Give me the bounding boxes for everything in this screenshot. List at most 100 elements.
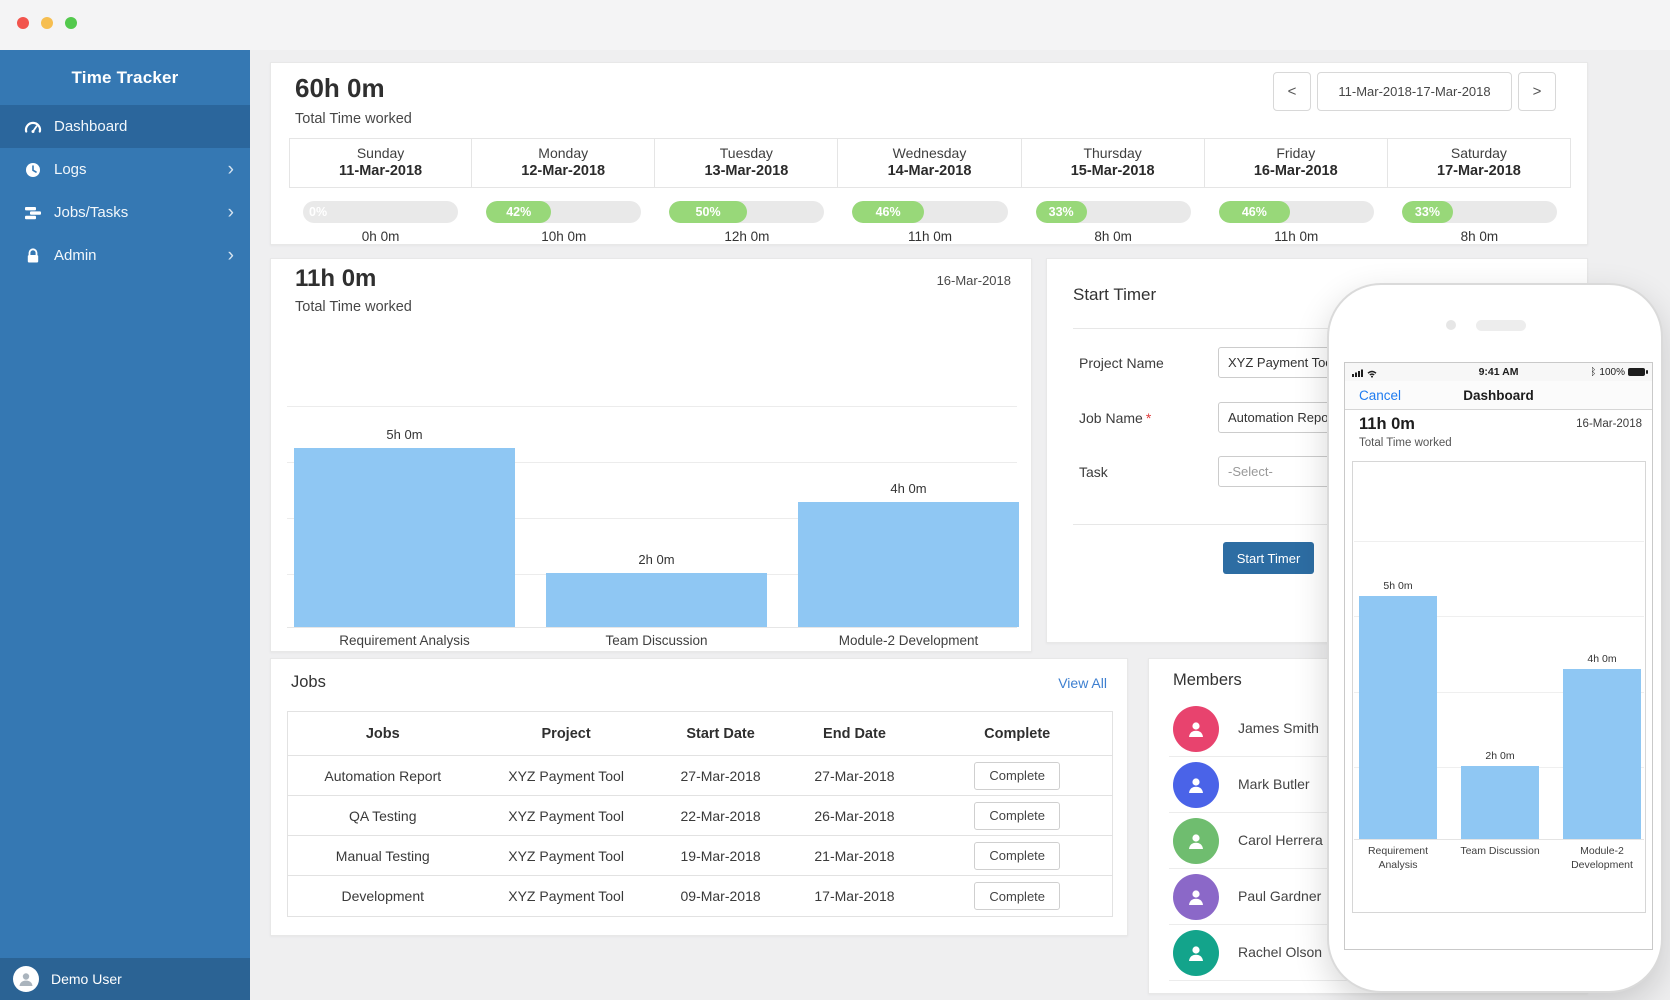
- day-progress-track: 46%: [1219, 201, 1374, 223]
- day-header-cell[interactable]: Sunday11-Mar-2018: [289, 138, 472, 188]
- phone-date: 16-Mar-2018: [1576, 418, 1642, 430]
- person-icon: [1185, 774, 1207, 796]
- chart-baseline: [287, 627, 1017, 628]
- day-date: 16-Mar-2018: [1205, 163, 1387, 179]
- day-progress-track: 46%: [852, 201, 1007, 223]
- lock-icon: [24, 247, 42, 265]
- day-progress-track: 42%: [486, 201, 641, 223]
- member-name: James Smith: [1238, 720, 1319, 736]
- phone-mockup: 9:41 AM ᛒ 100% Cancel Dashboard 11h 0m 1…: [1327, 283, 1663, 993]
- phone-bar-value-label: 4h 0m: [1563, 653, 1641, 665]
- sidebar-item-label: Jobs/Tasks: [54, 204, 128, 221]
- day-date: 14-Mar-2018: [838, 163, 1020, 179]
- member-avatar: [1173, 818, 1219, 864]
- day-hours: 8h 0m: [1388, 229, 1571, 244]
- job-name-cell: Development: [288, 888, 478, 904]
- day-header-cell[interactable]: Monday12-Mar-2018: [472, 138, 655, 188]
- day-progress-track: 50%: [669, 201, 824, 223]
- job-end-date-cell: 21-Mar-2018: [787, 848, 923, 864]
- complete-button[interactable]: Complete: [974, 802, 1060, 830]
- date-prev-button[interactable]: <: [1273, 72, 1311, 111]
- window-titlebar: [0, 0, 1670, 50]
- minimize-window-button[interactable]: [41, 17, 53, 29]
- weekly-summary-card: 60h 0m Total Time worked < 11-Mar-2018-1…: [270, 62, 1588, 245]
- phone-chart-bar[interactable]: [1359, 596, 1437, 839]
- bar-value-label: 4h 0m: [798, 481, 1019, 496]
- day-progress-track: 0%: [303, 201, 458, 223]
- sidebar-item-jobs-tasks[interactable]: Jobs/Tasks ›: [0, 191, 250, 234]
- members-title: Members: [1173, 671, 1242, 690]
- job-end-date-cell: 27-Mar-2018: [787, 768, 923, 784]
- job-start-date-cell: 19-Mar-2018: [655, 848, 787, 864]
- jobs-header-cell: Project: [478, 726, 655, 742]
- day-date: 12-Mar-2018: [472, 163, 654, 179]
- job-action-cell: Complete: [922, 762, 1112, 790]
- sidebar-item-label: Logs: [54, 161, 87, 178]
- day-header-cell[interactable]: Tuesday13-Mar-2018: [655, 138, 838, 188]
- required-asterisk: *: [1146, 410, 1151, 426]
- chart-bar[interactable]: [294, 448, 515, 627]
- phone-total-time: 11h 0m: [1359, 415, 1415, 434]
- date-range-display[interactable]: 11-Mar-2018-17-Mar-2018: [1317, 72, 1512, 111]
- complete-button[interactable]: Complete: [974, 842, 1060, 870]
- member-name: Paul Gardner: [1238, 888, 1321, 904]
- day-date: 15-Mar-2018: [1022, 163, 1204, 179]
- user-name: Demo User: [51, 971, 122, 987]
- jobs-card: Jobs View All JobsProjectStart DateEnd D…: [270, 658, 1128, 936]
- chart-baseline: [1354, 839, 1644, 840]
- start-timer-title: Start Timer: [1073, 285, 1156, 305]
- day-column: Saturday17-Mar-201833%8h 0m: [1388, 138, 1571, 244]
- day-progress-percent: 46%: [876, 205, 901, 219]
- day-header-cell[interactable]: Friday16-Mar-2018: [1205, 138, 1388, 188]
- day-progress-percent: 46%: [1242, 205, 1267, 219]
- date-next-button[interactable]: >: [1518, 72, 1556, 111]
- phone-chart-panel: 5h 0mRequirement Analysis2h 0mTeam Discu…: [1352, 461, 1646, 913]
- day-hours: 11h 0m: [838, 229, 1021, 244]
- sidebar: Time Tracker DashboardLogs›Jobs/Tasks›Ad…: [0, 50, 250, 1000]
- maximize-window-button[interactable]: [65, 17, 77, 29]
- day-date: 11-Mar-2018: [290, 163, 471, 179]
- field-label-job-name: Job Name*: [1079, 410, 1151, 426]
- day-progress-track: 33%: [1036, 201, 1191, 223]
- view-all-link[interactable]: View All: [1058, 675, 1107, 691]
- day-column: Tuesday13-Mar-2018 50% 12h 0m: [655, 138, 838, 244]
- job-start-date-cell: 09-Mar-2018: [655, 888, 787, 904]
- start-timer-button[interactable]: Start Timer: [1223, 542, 1314, 574]
- user-strip[interactable]: Demo User: [0, 958, 250, 1000]
- job-project-cell: XYZ Payment Tool: [478, 848, 655, 864]
- sidebar-item-dashboard[interactable]: Dashboard: [0, 105, 250, 148]
- close-window-button[interactable]: [17, 17, 29, 29]
- phone-camera-dot: [1446, 320, 1456, 330]
- person-icon: [1185, 886, 1207, 908]
- user-avatar: [13, 966, 39, 992]
- jobs-title: Jobs: [291, 673, 326, 692]
- complete-button[interactable]: Complete: [974, 882, 1060, 910]
- day-header-cell[interactable]: Thursday15-Mar-2018: [1022, 138, 1205, 188]
- chevron-right-icon: ›: [228, 203, 234, 222]
- day-progress-fill: 46%: [852, 201, 923, 223]
- phone-chart-bar[interactable]: [1563, 669, 1641, 839]
- phone-nav-title: Dashboard: [1345, 388, 1652, 403]
- bar-category-label: Module-2 Development: [798, 633, 1019, 648]
- day-progress-percent: 0%: [309, 201, 327, 223]
- jobs-row: Automation ReportXYZ Payment Tool27-Mar-…: [288, 756, 1112, 796]
- day-hours: 12h 0m: [655, 229, 838, 244]
- sidebar-item-admin[interactable]: Admin›: [0, 234, 250, 277]
- member-avatar: [1173, 930, 1219, 976]
- dashboard-icon: [24, 118, 42, 136]
- chart-bar[interactable]: [546, 573, 767, 627]
- job-end-date-cell: 26-Mar-2018: [787, 808, 923, 824]
- sidebar-item-logs[interactable]: Logs›: [0, 148, 250, 191]
- chart-gridline: [287, 406, 1017, 407]
- member-avatar: [1173, 706, 1219, 752]
- complete-button[interactable]: Complete: [974, 762, 1060, 790]
- phone-chart-bar[interactable]: [1461, 766, 1539, 839]
- job-action-cell: Complete: [922, 882, 1112, 910]
- daily-total-time: 11h 0m: [295, 265, 376, 293]
- jobs-row: Manual TestingXYZ Payment Tool19-Mar-201…: [288, 836, 1112, 876]
- chart-bar[interactable]: [798, 502, 1019, 627]
- day-header-cell[interactable]: Wednesday14-Mar-2018: [838, 138, 1021, 188]
- day-progress-fill: 42%: [486, 201, 551, 223]
- day-header-cell[interactable]: Saturday17-Mar-2018: [1388, 138, 1571, 188]
- weekly-total-time: 60h 0m: [295, 73, 385, 104]
